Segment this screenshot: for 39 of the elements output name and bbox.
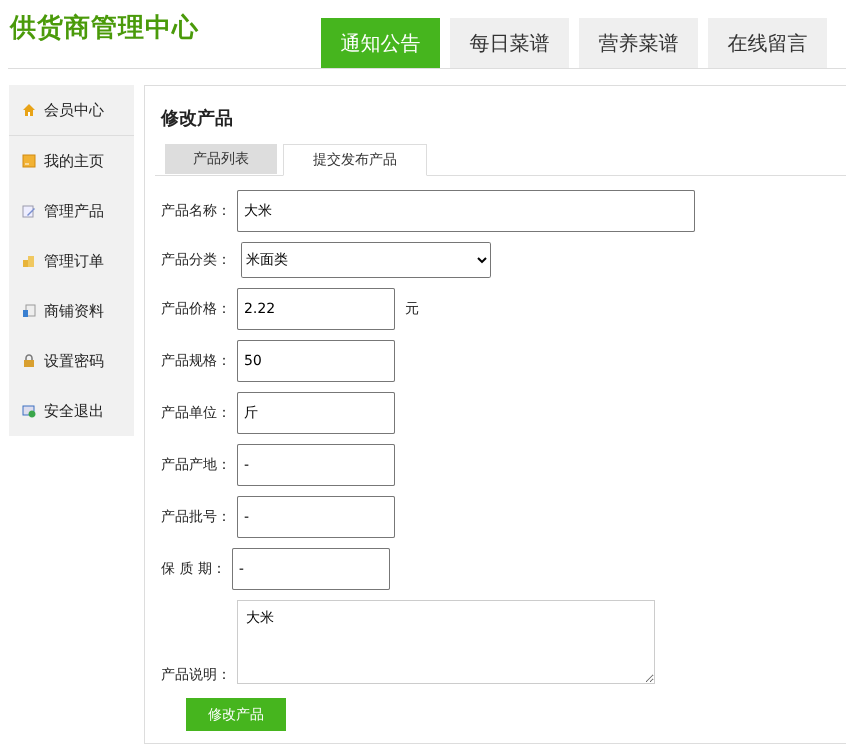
sidebar-item[interactable]: 设置密码: [9, 336, 134, 386]
edit-icon: [22, 204, 36, 218]
exit-icon: [22, 404, 36, 418]
category-select[interactable]: 米面类: [241, 242, 491, 278]
lock-icon: [22, 354, 36, 368]
field-label: 产品产地：: [161, 456, 231, 474]
input-field[interactable]: -: [232, 548, 390, 590]
description-field[interactable]: 大米: [237, 600, 655, 684]
coins-icon: [22, 254, 36, 268]
sidebar-item[interactable]: 我的主页: [9, 136, 134, 186]
field-label: 产品价格：: [161, 300, 231, 318]
field-label: 保 质 期：: [161, 560, 226, 578]
input-field[interactable]: 斤: [237, 392, 395, 434]
sidebar-item[interactable]: 管理订单: [9, 236, 134, 286]
field-label: 产品规格：: [161, 352, 231, 370]
site-title: 供货商管理中心: [10, 12, 199, 45]
input-field[interactable]: -: [237, 444, 395, 486]
input-field[interactable]: 大米: [237, 190, 695, 232]
panel-title: 修改产品: [161, 107, 234, 130]
input-field[interactable]: 50: [237, 340, 395, 382]
field-label: 产品分类：: [161, 251, 231, 269]
sidebar-item[interactable]: 管理产品: [9, 186, 134, 236]
unit-label: 元: [405, 300, 419, 318]
tab[interactable]: 产品列表: [165, 144, 277, 174]
field-label: 产品单位：: [161, 404, 231, 422]
field-label: 产品名称：: [161, 202, 231, 220]
input-field[interactable]: 2.22: [237, 288, 395, 330]
nav-tab[interactable]: 在线留言: [708, 18, 827, 68]
document-icon: [22, 304, 36, 318]
nav-tab[interactable]: 每日菜谱: [450, 18, 569, 68]
field-label: 产品说明：: [161, 666, 231, 684]
input-field[interactable]: -: [237, 496, 395, 538]
sidebar-item[interactable]: 安全退出: [9, 386, 134, 436]
home-icon: [22, 103, 36, 117]
sidebar-item[interactable]: 商铺资料: [9, 286, 134, 336]
field-label: 产品批号：: [161, 508, 231, 526]
nav-tab[interactable]: 营养菜谱: [579, 18, 698, 68]
note-icon: [22, 154, 36, 168]
tab[interactable]: 提交发布产品: [283, 144, 427, 176]
